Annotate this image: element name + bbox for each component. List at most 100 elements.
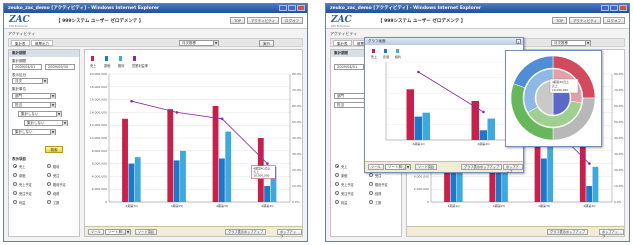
graph-popup: グラフ画面 × 売上 原価 粗利 4期第1Q 4期第4Q ツール ソート無し ▼ ソート… [364,37,524,174]
popup-toolbar: ツール ソート無し ▼ ソート項目 グラフ表示ポップアップ ポップアップ [365,161,523,174]
sort-item-label: ソート項目 [135,229,157,235]
period-dropdown[interactable]: 月次推移 ▼ [551,40,591,46]
radio-button[interactable] [369,200,373,204]
x-tick-label: 4期第1Q [448,203,461,208]
x-tick-label: 4期第2Q [171,203,184,208]
pie-tooltip: 4期第4Q売上売上10,000,000 [549,78,579,94]
radio-button[interactable] [13,200,17,204]
close-icon[interactable]: × [516,39,521,44]
bar [167,109,174,202]
radio-label: 原価 [19,173,26,178]
date-from-input[interactable]: 2009/04/01 [334,64,364,70]
chevron-down-icon: ▼ [405,165,410,170]
x-tick-label: 4期第4Q [261,203,274,208]
display-dropdown[interactable]: 月次 ▼ [12,78,48,84]
bar [414,116,422,140]
y-tick-label: 14,000,000 [90,110,107,114]
minimize-button[interactable] [601,5,609,11]
date-to-input[interactable]: 2009/09/30 [45,64,75,70]
chevron-down-icon: ▼ [42,79,47,84]
y-tick-label: 6,000,000 [92,162,107,166]
activity-button[interactable]: アクティビティ [569,17,601,24]
radio-button[interactable] [369,173,373,177]
legend-swatch [91,56,94,61]
legend-swatch [372,49,375,53]
top-button[interactable]: TOP [230,17,246,24]
radio-button[interactable] [335,164,339,168]
legend-label: 売上 [371,54,377,59]
radio-label: 受注予定 [19,191,32,196]
logoff-button[interactable]: ログオフ [281,17,303,24]
y2-tick-label: 30.0% [614,152,624,156]
close-button[interactable] [619,5,627,11]
radio-button[interactable] [335,182,339,186]
graph-popup-button[interactable]: グラフ表示ポップアップ [461,164,503,170]
radio-button[interactable] [47,191,51,195]
tab-row: 集計表 帳票出力 月次推移 ▼ 実行 [8,38,303,47]
chart-toolbar: ツール ソート無し ▼ ソート項目 グラフ表示ポップアップ ポップアップ [85,226,302,239]
top-button[interactable]: TOP [552,17,568,24]
radio-button[interactable] [335,200,339,204]
radio-button[interactable] [47,164,51,168]
tab-summary[interactable]: 集計表 [333,40,352,46]
unit-dropdown-3-value: 集計しない [21,112,39,116]
radio-button[interactable] [369,191,373,195]
radio-label: 経費 [375,191,382,196]
chart-tooltip: 4期第4Q売上売上10,000,000 [251,165,276,179]
tab-summary[interactable]: 集計表 [11,40,30,46]
popup-button[interactable]: ポップアップ [277,229,302,239]
graph-popup-button[interactable]: グラフ表示ポップアップ [225,229,267,235]
sort-dropdown-value: ソート無し [108,230,126,234]
popup-button[interactable]: ポップアップ [599,229,624,239]
y-tick-label: 0 [427,200,429,204]
tool-label: ツール [368,164,384,170]
radio-button[interactable] [47,182,51,186]
activity-button[interactable]: アクティビティ [247,17,279,24]
execute-button[interactable]: 実行 [259,40,274,47]
unit-dropdown-4[interactable]: 集計しない ▼ [24,120,68,126]
close-button[interactable] [297,5,305,11]
search-button[interactable]: 検索 [45,146,63,153]
radio-button[interactable] [335,191,339,195]
bar [173,160,180,202]
unit-dropdown-5[interactable]: 集計しない ▼ [12,129,56,135]
bar [134,157,141,202]
tab-report[interactable]: 帳票出力 [31,40,53,46]
bar [487,118,495,140]
radio-button[interactable] [13,191,17,195]
date-from-input[interactable]: 2009/04/01 [12,64,42,70]
chevron-down-icon: ▼ [585,41,590,46]
x-tick-label: 4期第1Q [412,141,425,146]
unit-dropdown-1[interactable]: 部門 ▼ [12,93,56,99]
x-tick-label: 4期第3Q [216,203,229,208]
minimize-button[interactable] [279,5,287,11]
sort-dropdown-value: ソート無し [388,165,406,169]
sort-dropdown[interactable]: ソート無し ▼ [385,164,411,170]
radio-button[interactable] [369,182,373,186]
radio-button[interactable] [47,200,51,204]
period-dropdown-value: 月次推移 [182,41,196,45]
line-point [130,99,133,103]
popup-button[interactable]: ポップアップ [503,164,523,174]
tool-label: ツール [88,229,104,235]
system-title: 【 999システム ユーザー ゼロデメンテ 】 [378,19,466,24]
radio-button[interactable] [13,173,17,177]
unit-dropdown-3[interactable]: 集計しない ▼ [18,111,62,117]
sort-dropdown[interactable]: ソート無し ▼ [105,229,131,235]
unit-dropdown-2[interactable]: 担当 ▼ [12,102,56,108]
legend-swatch [105,56,108,61]
maximize-button[interactable] [610,5,618,11]
maximize-button[interactable] [288,5,296,11]
y-tick-label: 0 [105,200,107,204]
period-dropdown[interactable]: 月次推移 ▼ [179,40,219,46]
radio-button[interactable] [13,164,17,168]
graph-popup-button[interactable]: グラフ表示ポップアップ [547,229,589,235]
window-titlebar: zeuko_zac_demo [アクティビティ] - Windows Inter… [4,4,307,13]
bar [128,163,135,202]
sidebar: 集計期間 集計期間 2009/04/01 2009/09/30 表示区分 月次 … [8,49,80,237]
radio-button[interactable] [47,173,51,177]
logoff-button[interactable]: ログオフ [603,17,625,24]
radio-button[interactable] [13,182,17,186]
radio-button[interactable] [335,173,339,177]
radio-label: 売上予定 [19,182,32,187]
